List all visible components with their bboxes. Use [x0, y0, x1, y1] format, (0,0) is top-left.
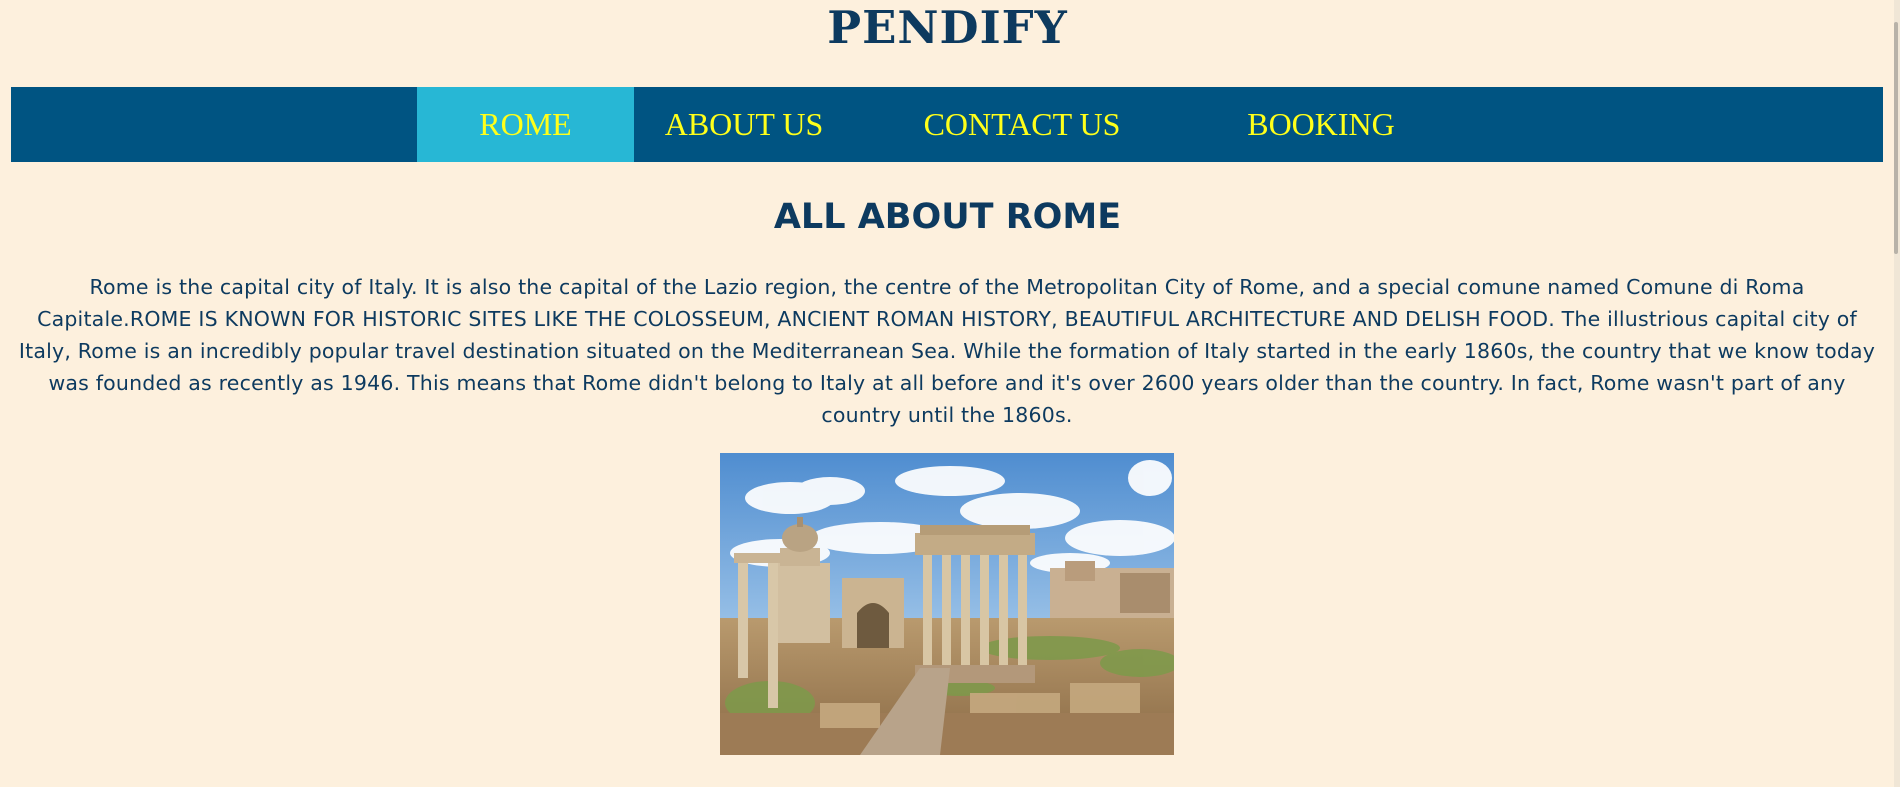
- intro-paragraph: Rome is the capital city of Italy. It is…: [18, 275, 1876, 427]
- main-navbar: ROME ABOUT US CONTACT US BOOKING: [11, 87, 1883, 162]
- roman-forum-photo: [720, 453, 1174, 755]
- vertical-scrollbar[interactable]: [1894, 0, 1900, 787]
- scrollbar-thumb[interactable]: [1894, 22, 1898, 254]
- nav-item-rome[interactable]: ROME: [417, 87, 634, 162]
- section-heading: ALL ABOUT ROME: [773, 197, 1122, 237]
- nav-item-booking[interactable]: BOOKING: [1190, 87, 1452, 162]
- nav-item-contact-us[interactable]: CONTACT US: [854, 87, 1190, 162]
- nav-item-about-us[interactable]: ABOUT US: [634, 87, 854, 162]
- site-title: PENDIFY: [827, 1, 1068, 54]
